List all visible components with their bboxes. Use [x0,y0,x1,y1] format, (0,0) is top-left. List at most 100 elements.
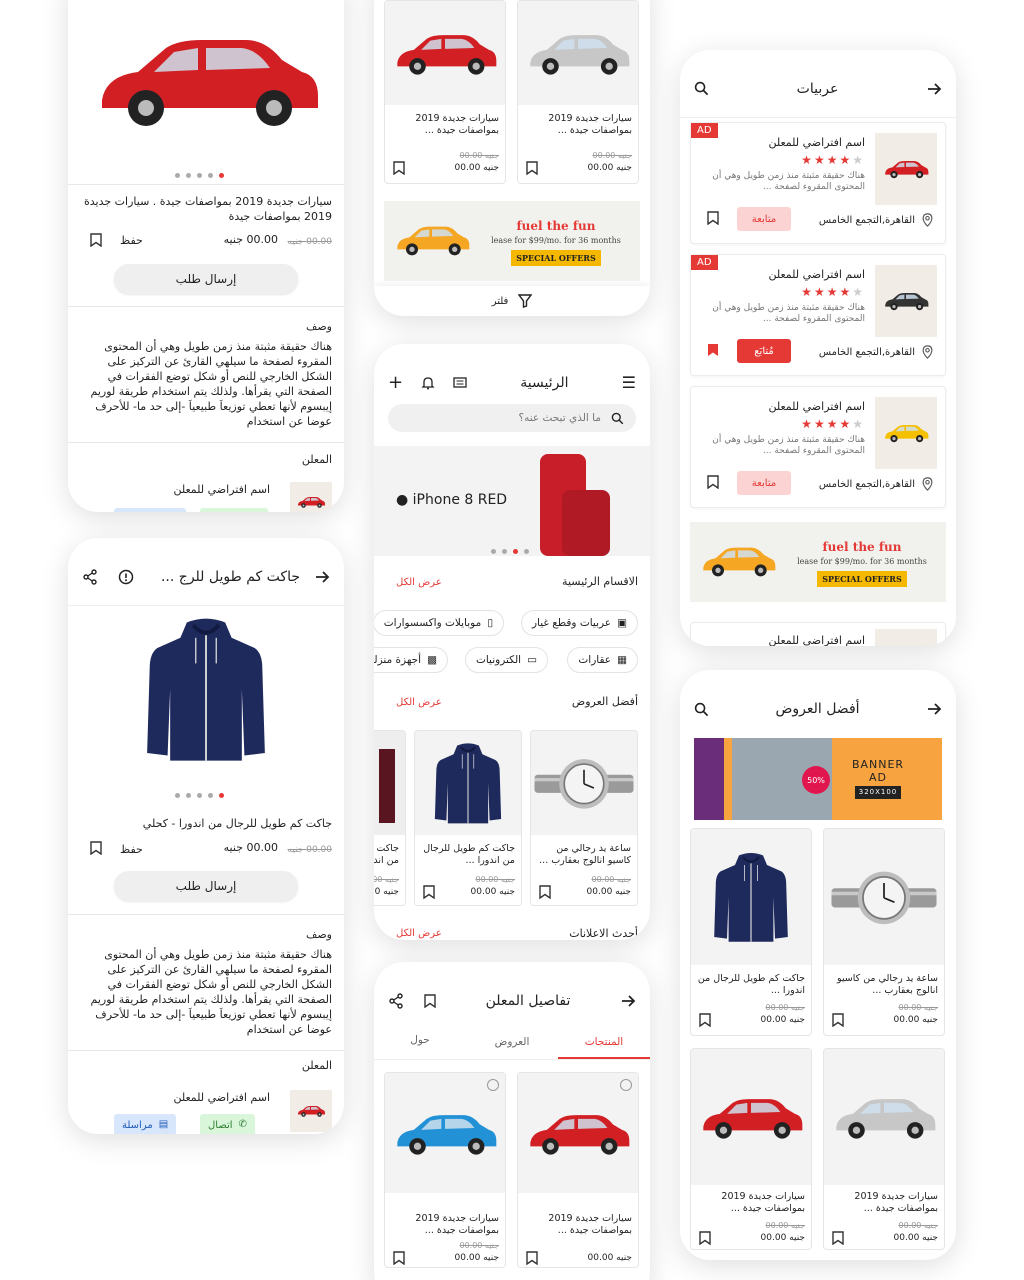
listing-card[interactable]: اسم افتراضي للمعلن [690,622,946,646]
promo-banner[interactable]: fuel the fun lease for $99/mo. for 36 mo… [384,201,640,281]
send-request-button[interactable]: إرسال طلب [114,871,298,901]
tab-offers[interactable]: العروض [466,1032,558,1059]
old-price: 00.00 جنيه [475,875,515,884]
image-pagination-dots[interactable] [172,788,227,801]
hero-banner[interactable]: ● iPhone 8 RED [374,446,650,556]
product-card[interactable]: جاكت كم طويل للرجال من اندورا ... 00.00 … [414,730,522,906]
image-pagination-dots[interactable] [172,168,227,181]
advertiser-name: اسم افتراضي للمعلن [768,136,865,149]
search-bar[interactable]: ما الذي تبحث عنه؟ [388,404,636,432]
product-card[interactable]: سيارات جديدة 2019 بمواصفات جيدة ... 00.0… [384,0,506,184]
chat-icon: ▤ [158,1119,169,1130]
category-chip-cars[interactable]: ▣ عربيات وقطع غيار [520,610,638,636]
see-all-link[interactable]: عرض الكل [396,926,442,940]
tab-about[interactable]: حول [374,1032,466,1059]
send-request-button[interactable]: إرسال طلب [114,264,298,294]
message-button[interactable]: ▤ مراسلة [114,1114,177,1134]
bookmark-icon[interactable] [90,233,102,247]
share-icon[interactable] [388,993,404,1009]
bookmark-icon[interactable] [699,1231,711,1245]
bookmark-icon[interactable] [707,343,719,357]
product-card[interactable]: سيارات جديدة 2019 بمواصفات جيدة ... 00.0… [384,1072,506,1268]
see-all-link[interactable]: عرض الكل [396,695,442,710]
rating-stars: ★★★★★ [801,153,865,167]
filter-bar[interactable]: فلتر [374,286,650,316]
bookmark-icon[interactable] [393,1251,405,1265]
back-arrow-icon[interactable] [926,81,942,97]
bookmark-icon[interactable] [832,1013,844,1027]
listing-card[interactable]: AD اسم افتراضي للمعلن ★★★★★ هناك حقيقة مثبت… [690,254,946,376]
advertiser-name[interactable]: اسم افتراضي للمعلن [173,1090,270,1105]
new-price: 00.00 جنيه [893,1015,938,1025]
follow-button[interactable]: متابعة [737,471,791,495]
search-input[interactable]: ما الذي تبحث عنه؟ [519,412,602,424]
monitor-icon: ▭ [527,654,537,666]
bookmark-icon[interactable] [393,161,405,175]
listing-screen: سيارات جديدة 2019 بمواصفات جيدة ... 00.0… [374,0,650,316]
info-icon[interactable] [118,569,134,585]
bookmark-icon[interactable] [526,161,538,175]
new-price: 00.00 جنيه [587,1253,632,1263]
tab-products[interactable]: المنتجات [558,1032,650,1059]
discount-badge: 50% [802,766,830,794]
call-button[interactable]: ✆ اتصال [200,1114,255,1134]
product-card[interactable]: ساعة يد رجالي من كاسيو انالوج بعقارب ...… [530,730,638,906]
product-card[interactable]: سيارات جديدة 2019 بمواصفات جيدة ... 00.0… [690,1048,812,1250]
advertiser-name: اسم افتراضي للمعلن [768,400,865,413]
advertiser-name[interactable]: اسم افتراضي للمعلن [173,482,270,497]
banner-line2: AD [869,771,887,784]
follow-button[interactable]: متابعة [737,207,791,231]
category-chip-appliances[interactable]: ▩أجهزة منزلية [374,647,448,673]
product-image [824,1049,944,1185]
category-chip-electronics[interactable]: ▭ الكترونيات [464,647,548,673]
promo-banner[interactable]: fuel the fun lease for $99/mo. for 36 mo… [690,522,946,602]
bell-icon[interactable] [421,376,435,390]
bookmark-icon[interactable] [424,994,436,1008]
search-icon[interactable] [694,81,709,96]
product-card[interactable]: سيارات جديدة 2019 بمواصفات جيدة ... 00.0… [517,1072,639,1268]
product-card[interactable]: جاكت كم طويل للرجال من اندورا ... 00.00 … [374,730,406,906]
product-card[interactable]: سيارات جديدة 2019 بمواصفات جيدة ... 00.0… [823,1048,945,1250]
home-screen: + الرئيسية ☰ ما الذي تبحث عنه؟ ● iPhone … [374,344,650,940]
old-price: 00.00 جنيه [374,875,399,884]
latest-ads-title: أحدث الاعلانات [569,927,638,940]
product-card[interactable]: ساعة يد رجالي من كاسيو انالوج بعقارب ...… [823,828,945,1036]
bookmark-icon[interactable] [699,1013,711,1027]
mobile-icon: ▯ [487,617,493,629]
new-price: 00.00 جنيه [374,887,399,897]
bookmark-icon[interactable] [707,211,719,225]
search-icon[interactable] [694,702,709,717]
back-arrow-icon[interactable] [620,993,636,1009]
bookmark-icon[interactable] [539,885,551,899]
follow-button[interactable]: مُتابَع [737,339,791,363]
back-arrow-icon[interactable] [926,701,942,717]
listing-card[interactable]: اسم افتراضي للمعلن ★★★★★ هناك حقيقة مثبتة … [690,386,946,508]
ad-banner[interactable]: 50% BANNER AD 320X100 [694,738,942,820]
bookmark-icon[interactable] [526,1251,538,1265]
select-radio[interactable] [487,1079,499,1091]
share-icon[interactable] [82,569,98,585]
bookmark-icon[interactable] [707,475,719,489]
product-image [691,1049,811,1185]
page-title: عربيات [796,80,839,97]
back-arrow-icon[interactable] [314,569,330,585]
product-card[interactable]: جاكت كم طويل للرجال من اندورا ... 00.00 … [690,828,812,1036]
listing-card[interactable]: AD اسم افتراضي للمعلن ★★★★★ هناك حقيقة مثبت… [690,122,946,244]
bookmark-icon[interactable] [423,885,435,899]
bookmark-icon[interactable] [832,1231,844,1245]
rating-stars: ★★★★★ [801,417,865,431]
plus-icon[interactable]: + [388,374,403,392]
select-radio[interactable] [620,1079,632,1091]
save-label[interactable]: حفظ [120,842,143,857]
bookmark-icon[interactable] [90,841,102,855]
product-card[interactable]: سيارات جديدة 2019 بمواصفات جيدة ... 00.0… [517,0,639,184]
see-all-link[interactable]: عرض الكل [396,575,442,590]
category-chip-realestate[interactable]: ▦ عقارات [567,647,638,673]
chat-icon[interactable] [453,376,467,390]
new-price: 00.00 جنيه [760,1015,805,1025]
category-chip-mobiles[interactable]: ▯ موبايلات واكسسوارات [374,610,504,636]
hero-pagination-dots[interactable] [488,544,532,557]
save-label[interactable]: حفظ [120,233,143,248]
product-image [531,731,637,835]
menu-icon[interactable]: ☰ [622,375,636,391]
